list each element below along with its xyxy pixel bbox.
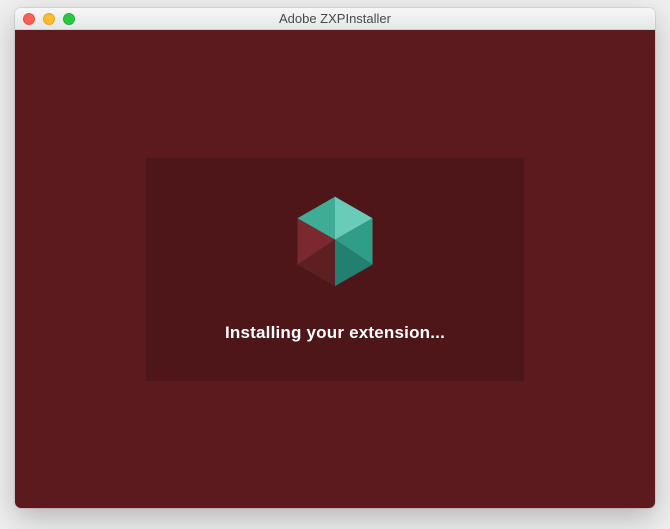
status-card: Installing your extension...: [145, 157, 525, 382]
maximize-button[interactable]: [63, 13, 75, 25]
content-area: Installing your extension...: [15, 30, 655, 508]
cube-icon: [290, 195, 380, 295]
status-text: Installing your extension...: [225, 323, 445, 343]
window-title: Adobe ZXPInstaller: [15, 11, 655, 26]
titlebar[interactable]: Adobe ZXPInstaller: [15, 8, 655, 30]
app-window: Adobe ZXPInstaller Installing your exten…: [15, 8, 655, 508]
minimize-button[interactable]: [43, 13, 55, 25]
close-button[interactable]: [23, 13, 35, 25]
window-controls: [15, 13, 75, 25]
